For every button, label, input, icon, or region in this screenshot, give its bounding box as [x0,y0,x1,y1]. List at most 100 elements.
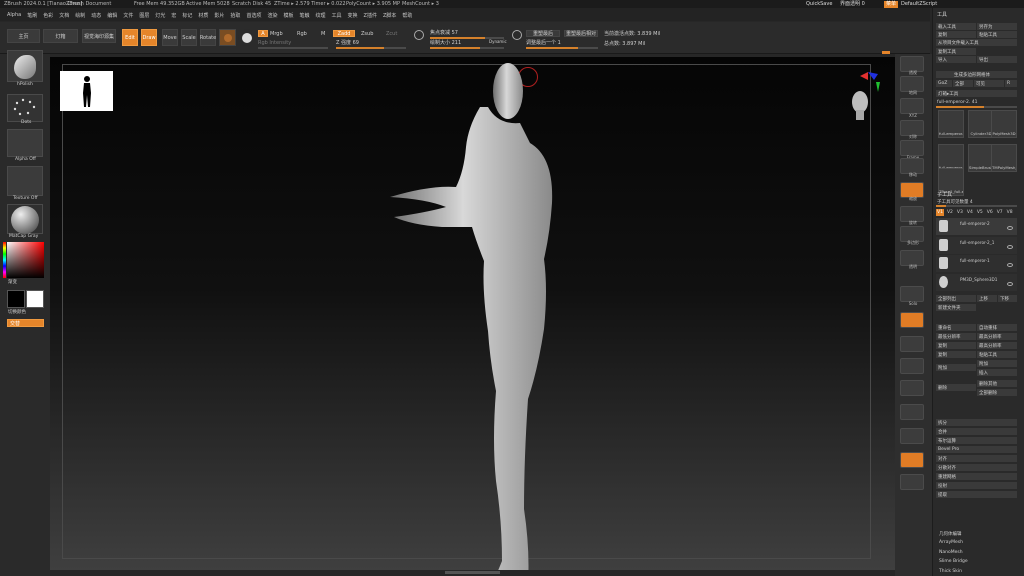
copy-tool-button[interactable]: 复制 [936,31,976,38]
shelf-button[interactable] [900,404,924,420]
viewport-canvas[interactable] [50,57,895,574]
all-high2-button[interactable]: 最高分辨率 [977,342,1017,349]
v-tab[interactable]: V5 [976,209,984,216]
menu-item[interactable]: 笔刷 [27,12,37,19]
dynamic-toggle[interactable]: Dynamic [489,40,507,44]
scale-button[interactable]: Scale [181,29,197,46]
menu-item[interactable]: 工具 [332,12,342,19]
sphere-icon[interactable] [238,29,255,46]
paste-tool-button[interactable]: 粘贴工具 [977,31,1017,38]
extract-menu[interactable]: 提取 [936,491,1017,498]
mrgb-toggle[interactable]: Mrgb [270,32,283,37]
duplicate-button[interactable]: 复制 [936,342,976,349]
shelf-button[interactable] [900,336,924,352]
delete-other-button[interactable]: 删除其他 [977,380,1017,387]
move-down-button[interactable]: 下移 [998,295,1017,302]
remesh-menu[interactable]: 重建网格 [936,473,1017,480]
project-menu[interactable]: 投射 [936,482,1017,489]
delete-all-button[interactable]: 全部删除 [977,389,1017,396]
shelf-button[interactable]: Solo [900,286,924,306]
shelf-button[interactable] [900,452,924,468]
subtool-visible-slider[interactable] [936,205,1017,207]
shelf-button[interactable] [900,380,924,396]
live-boolean-button[interactable]: 视觉海印源集 [82,29,116,43]
menu-item[interactable]: 模板 [283,12,293,19]
shelf-button[interactable]: Frame [900,140,924,160]
menu-item[interactable]: 标记 [182,12,192,19]
distribute-menu[interactable]: 分散对齐 [936,464,1017,471]
quicksave-button[interactable]: QuickSave [806,2,832,7]
goz-button[interactable]: GoZ [936,80,952,87]
subtool-row[interactable]: full-emperor-2_1 [936,236,1017,254]
lightbox-tools-button[interactable]: 灯箱▸工具 [936,90,1017,97]
menu-item[interactable]: 文档 [59,12,69,19]
transparency-slider[interactable]: 界面透明 0 [840,2,865,7]
menu-item[interactable]: 图层 [139,12,149,19]
v-tab[interactable]: V8 [1006,209,1014,216]
canvas-scrollbar[interactable] [445,571,500,574]
shelf-button[interactable] [900,474,924,490]
menu-item[interactable]: 编辑 [107,12,117,19]
stroke-thumbnail[interactable] [7,94,43,122]
menu-item[interactable]: 材质 [198,12,208,19]
v-tab[interactable]: V4 [966,209,974,216]
paste-subtool-button[interactable]: 粘贴工具 [977,351,1017,358]
edit-button[interactable]: Edit [122,29,138,46]
human-figure-model[interactable] [370,57,570,570]
toolbar-handle[interactable] [882,51,890,54]
subtool-row[interactable]: full-emperor-1 [936,255,1017,272]
shelf-button[interactable] [900,358,924,374]
shelf-button[interactable]: 移动 [900,158,924,177]
rgb-toggle[interactable]: Rgb [297,32,307,37]
boolean-menu[interactable]: 布尔运算 [936,437,1017,444]
alternate-button[interactable]: 交替 [7,319,44,327]
rgb-intensity-slider[interactable] [258,47,328,49]
v-tab[interactable]: V6 [986,209,994,216]
color-picker[interactable] [7,242,44,278]
insert-button[interactable]: 插入 [977,369,1017,376]
menu-item[interactable]: 色彩 [43,12,53,19]
list-all-button[interactable]: 全部列出 [936,295,976,302]
primary-color-swatch[interactable] [7,290,25,308]
switch-color-button[interactable]: 切换颜色 [8,310,26,316]
all-high-button[interactable]: 最高分辨率 [977,333,1017,340]
new-folder-button[interactable]: 新建文件夹 [936,304,976,311]
menu-item[interactable]: 首选项 [246,12,261,19]
rename-button[interactable]: 重命名 [936,324,976,331]
geometry-item[interactable]: NanoMesh [939,550,963,555]
zadd-toggle[interactable]: Zadd [333,30,355,37]
subtool-row[interactable]: full-emperor-2 [936,218,1017,235]
menu-item[interactable]: Alpha [7,12,21,19]
tool-thumbnail[interactable]: full-emperor-2 [938,110,964,138]
auto-reorder-button[interactable]: 自动重排 [977,324,1017,331]
current-tool-slider[interactable] [936,106,1017,108]
menu-item[interactable]: 纹理 [316,12,326,19]
menu-item[interactable]: Z脚本 [383,12,396,19]
eye-icon[interactable] [1007,244,1013,249]
subtool-row[interactable]: PM3D_Sphere3D1 [936,273,1017,291]
goz-r-button[interactable]: R [1005,80,1017,87]
export-button[interactable]: 导出 [977,56,1017,63]
shelf-button[interactable]: 旋转 [900,206,924,225]
v-tab[interactable]: V1 [936,209,944,216]
menu-item[interactable]: 灯光 [155,12,165,19]
zcut-toggle[interactable]: Zcut [386,32,397,37]
navigation-head-icon[interactable] [834,72,884,122]
goz-all-button[interactable]: 全部 [953,80,973,87]
v-tab[interactable]: V3 [956,209,964,216]
menu-item[interactable]: 拾取 [230,12,240,19]
hue-slider[interactable] [3,242,6,278]
load-tool-button[interactable]: 载入工具 [936,23,976,30]
geometry-item[interactable]: Thick Skin [939,569,962,574]
menu-item[interactable]: 渲染 [267,12,277,19]
rotate-button[interactable]: Rotate [200,29,216,46]
shelf-button[interactable] [900,428,924,444]
geometry-item[interactable]: Slime Bridge [939,559,968,564]
menu-button[interactable]: 菜单 [884,1,899,8]
v-tab[interactable]: V7 [996,209,1004,216]
merge-menu[interactable]: 合并 [936,428,1017,435]
secondary-color-swatch[interactable] [26,290,44,308]
geometry-header[interactable]: 几何体编辑 [939,531,962,537]
tool-thumbnail[interactable]: TMPolyMesh_1 [991,144,1017,172]
shelf-button[interactable]: 透明 [900,250,924,269]
